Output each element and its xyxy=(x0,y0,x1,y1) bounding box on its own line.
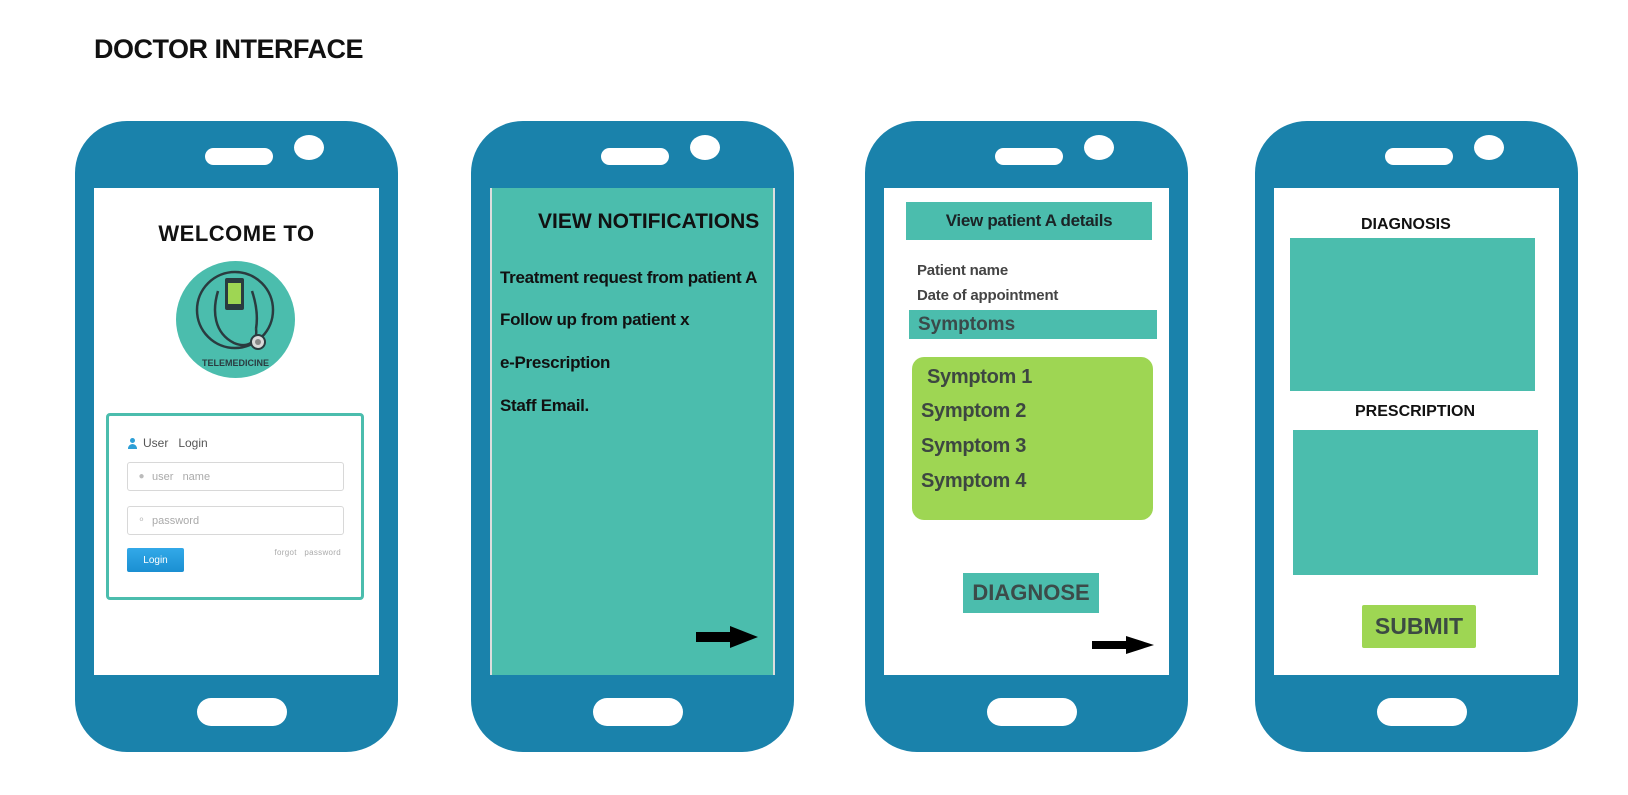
notification-item[interactable]: Treatment request from patient A xyxy=(500,268,757,288)
patient-details-header[interactable]: View patient A details xyxy=(906,202,1152,240)
phone-speaker xyxy=(601,148,669,165)
symptom-item: Symptom 4 xyxy=(921,470,1027,492)
symptom-item: Symptom 3 xyxy=(921,435,1027,457)
prescription-input[interactable] xyxy=(1293,430,1538,575)
submit-button[interactable]: SUBMIT xyxy=(1362,605,1476,648)
diagnosis-input[interactable] xyxy=(1290,238,1535,391)
login-screen: WELCOME TO TELEMEDICINE User Login ● use… xyxy=(94,188,379,675)
login-header: User Login xyxy=(127,436,208,450)
symptom-list: Symptom 1 Symptom 2 Symptom 3 Symptom 4 xyxy=(912,357,1153,520)
phone-camera xyxy=(1474,135,1504,160)
username-placeholder: user name xyxy=(152,470,211,483)
phone-camera xyxy=(690,135,720,160)
key-icon: ⚬ xyxy=(137,515,146,526)
phone-camera xyxy=(294,135,324,160)
home-button[interactable] xyxy=(197,698,287,726)
page-title: DOCTOR INTERFACE xyxy=(94,34,364,64)
phone-notifications: VIEW NOTIFICATIONS Treatment request fro… xyxy=(471,121,794,752)
symptoms-label: Symptoms xyxy=(909,310,1157,339)
logo-text: TELEMEDICINE xyxy=(201,358,269,368)
phone-login: WELCOME TO TELEMEDICINE User Login ● use… xyxy=(75,121,398,752)
login-header-label: User Login xyxy=(143,436,208,450)
password-input[interactable]: ⚬ password xyxy=(127,506,344,535)
phone-diagnosis: DIAGNOSIS PRESCRIPTION SUBMIT xyxy=(1255,121,1578,752)
phone-speaker xyxy=(1385,148,1453,165)
notification-item[interactable]: e-Prescription xyxy=(500,353,610,373)
password-placeholder: password xyxy=(152,514,200,527)
notifications-title: VIEW NOTIFICATIONS xyxy=(538,210,760,233)
user-icon xyxy=(127,437,138,449)
notification-item[interactable]: Follow up from patient x xyxy=(500,310,690,330)
phone-speaker xyxy=(205,148,273,165)
notifications-screen: VIEW NOTIFICATIONS Treatment request fro… xyxy=(490,188,775,675)
symptom-item: Symptom 2 xyxy=(921,400,1027,422)
right-arrow-icon[interactable] xyxy=(696,626,758,648)
patient-details-screen: View patient A details Patient name Date… xyxy=(884,188,1169,675)
login-button[interactable]: Login xyxy=(127,548,184,572)
diagnosis-label: DIAGNOSIS xyxy=(1361,216,1451,233)
phone-camera xyxy=(1084,135,1114,160)
right-arrow-icon[interactable] xyxy=(1092,636,1154,654)
login-form: User Login ● user name ⚬ password Login … xyxy=(106,413,364,600)
appointment-date-label: Date of appointment xyxy=(917,287,1059,304)
forgot-password-link[interactable]: forgot password xyxy=(275,548,341,557)
notification-item[interactable]: Staff Email. xyxy=(500,396,589,416)
prescription-label: PRESCRIPTION xyxy=(1355,403,1476,420)
home-button[interactable] xyxy=(1377,698,1467,726)
symptom-item: Symptom 1 xyxy=(927,366,1033,388)
username-input[interactable]: ● user name xyxy=(127,462,344,491)
welcome-heading: WELCOME TO xyxy=(158,221,315,246)
patient-name-label: Patient name xyxy=(917,262,1008,279)
home-button[interactable] xyxy=(593,698,683,726)
phone-speaker xyxy=(995,148,1063,165)
home-button[interactable] xyxy=(987,698,1077,726)
phone-patient-details: View patient A details Patient name Date… xyxy=(865,121,1188,752)
user-field-icon: ● xyxy=(138,471,145,482)
telemedicine-logo: TELEMEDICINE xyxy=(176,261,295,378)
diagnosis-screen: DIAGNOSIS PRESCRIPTION SUBMIT xyxy=(1274,188,1559,675)
diagnose-button[interactable]: DIAGNOSE xyxy=(963,573,1099,613)
